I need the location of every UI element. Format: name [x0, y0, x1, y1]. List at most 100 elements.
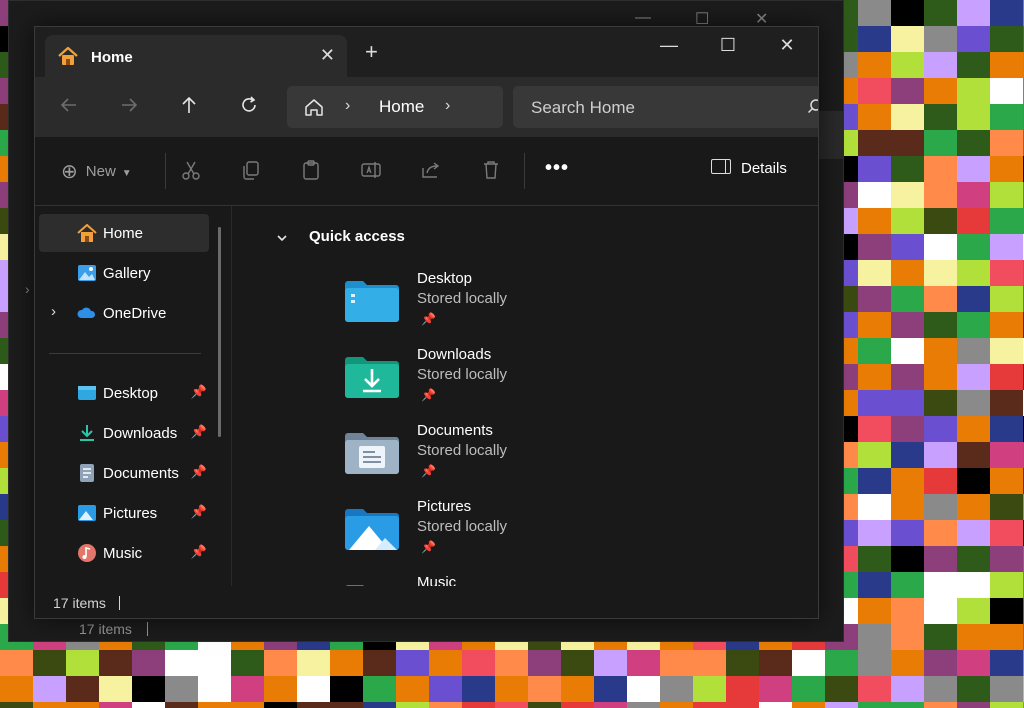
share-icon[interactable]	[420, 159, 442, 181]
wallpaper-tile	[957, 130, 990, 156]
sidebar-item-label: Documents	[103, 465, 179, 482]
wallpaper-tile	[858, 182, 891, 208]
wallpaper-tile	[924, 364, 957, 390]
navigation-pane: Home Gallery › OneDrive Desktop 📌 Downlo…	[35, 206, 233, 578]
quick-access-item-pictures[interactable]: Pictures Stored locally 📌	[345, 498, 645, 568]
sidebar-item-music[interactable]: Music 📌	[39, 534, 209, 572]
breadcrumb-chevron-icon[interactable]: ›	[345, 97, 350, 115]
sidebar-item-onedrive[interactable]: › OneDrive	[39, 294, 209, 332]
chevron-down-icon[interactable]	[277, 233, 287, 243]
rename-icon[interactable]	[360, 159, 382, 181]
plus-icon: ⊕	[61, 161, 78, 183]
wallpaper-tile	[759, 676, 792, 702]
breadcrumb-location[interactable]: Home	[379, 97, 424, 117]
wallpaper-tile	[990, 286, 1023, 312]
documents-icon	[80, 464, 94, 482]
pin-icon: 📌	[190, 424, 207, 439]
wallpaper-tile	[990, 364, 1023, 390]
wallpaper-tile	[990, 572, 1023, 598]
search-input[interactable]: Search Home	[513, 86, 818, 128]
wallpaper-tile	[858, 208, 891, 234]
up-button[interactable]	[175, 95, 203, 119]
tab-home[interactable]: Home ✕	[45, 35, 347, 77]
wallpaper-tile	[990, 338, 1023, 364]
wallpaper-tile	[759, 702, 792, 708]
sidebar-scrollbar[interactable]	[218, 227, 221, 437]
more-options-button[interactable]: •••	[545, 157, 569, 180]
wallpaper-tile	[627, 650, 660, 676]
cut-icon[interactable]	[180, 159, 202, 181]
wallpaper-tile	[858, 104, 891, 130]
wallpaper-tile	[990, 676, 1023, 702]
quick-access-heading[interactable]: Quick access	[309, 228, 405, 245]
wallpaper-tile	[924, 572, 957, 598]
new-button[interactable]: ⊕ New ▼	[61, 159, 132, 184]
wallpaper-tile	[495, 676, 528, 702]
copy-icon[interactable]	[240, 159, 262, 181]
wallpaper-tile	[891, 416, 924, 442]
wallpaper-tile	[561, 702, 594, 708]
pin-icon: 📌	[190, 464, 207, 479]
wallpaper-tile	[858, 26, 891, 52]
forward-button[interactable]	[115, 95, 143, 119]
wallpaper-tile	[231, 676, 264, 702]
wallpaper-tile	[858, 0, 891, 26]
new-tab-button[interactable]: +	[365, 41, 378, 63]
wallpaper-tile	[66, 650, 99, 676]
wallpaper-tile	[363, 702, 396, 708]
chevron-right-icon[interactable]: ›	[51, 303, 56, 320]
wallpaper-tile	[396, 650, 429, 676]
details-button[interactable]: Details	[711, 159, 787, 177]
tab-close-icon[interactable]: ✕	[320, 45, 335, 66]
chevron-down-icon: ▼	[121, 168, 132, 179]
wallpaper-tile	[858, 78, 891, 104]
quick-access-item-downloads[interactable]: Downloads Stored locally 📌	[345, 346, 645, 416]
item-status: Stored locally	[417, 290, 508, 307]
sidebar-item-gallery[interactable]: Gallery	[39, 254, 209, 292]
wallpaper-tile	[957, 494, 990, 520]
sidebar-item-label: Pictures	[103, 505, 158, 522]
sidebar-item-desktop[interactable]: Desktop 📌	[39, 374, 209, 412]
status-bar: 17 items	[35, 587, 818, 618]
sidebar-item-label: Music	[103, 545, 143, 562]
sidebar-item-home[interactable]: Home	[39, 214, 209, 252]
quick-access-item-documents[interactable]: Documents Stored locally 📌	[345, 422, 645, 492]
wallpaper-tile	[660, 676, 693, 702]
wallpaper-tile	[594, 702, 627, 708]
breadcrumb-chevron-icon[interactable]: ›	[445, 97, 450, 115]
wallpaper-tile	[990, 52, 1023, 78]
wallpaper-tile	[858, 676, 891, 702]
wallpaper-tile	[957, 572, 990, 598]
breadcrumb[interactable]: › Home ›	[287, 86, 503, 128]
back-button[interactable]	[55, 95, 83, 119]
wallpaper-tile	[990, 312, 1023, 338]
quick-access-item-music[interactable]: Music	[345, 574, 645, 586]
wallpaper-tile	[429, 676, 462, 702]
wallpaper-tile	[891, 260, 924, 286]
wallpaper-tile	[594, 676, 627, 702]
paste-icon[interactable]	[300, 159, 322, 181]
refresh-icon	[242, 96, 256, 112]
close-button[interactable]: ✕	[764, 35, 810, 63]
delete-icon[interactable]	[480, 159, 502, 181]
pane-separator[interactable]	[231, 206, 232, 586]
wallpaper-tile	[891, 312, 924, 338]
item-name: Music	[417, 574, 457, 586]
quick-access-item-desktop[interactable]: Desktop Stored locally 📌	[345, 270, 645, 340]
wallpaper-tile	[33, 676, 66, 702]
wallpaper-tile	[33, 650, 66, 676]
wallpaper-tile	[924, 78, 957, 104]
sidebar-item-documents[interactable]: Documents 📌	[39, 454, 209, 492]
sidebar-item-pictures[interactable]: Pictures 📌	[39, 494, 209, 532]
wallpaper-tile	[858, 442, 891, 468]
wallpaper-tile	[990, 546, 1023, 572]
wallpaper-tile	[990, 416, 1023, 442]
refresh-button[interactable]	[235, 95, 263, 119]
wallpaper-tile	[561, 650, 594, 676]
sidebar-item-downloads[interactable]: Downloads 📌	[39, 414, 209, 452]
wallpaper-tile	[495, 650, 528, 676]
minimize-button[interactable]: —	[646, 35, 692, 63]
wallpaper-tile	[957, 104, 990, 130]
maximize-button[interactable]: ☐	[705, 35, 751, 63]
item-name: Desktop	[417, 270, 473, 287]
